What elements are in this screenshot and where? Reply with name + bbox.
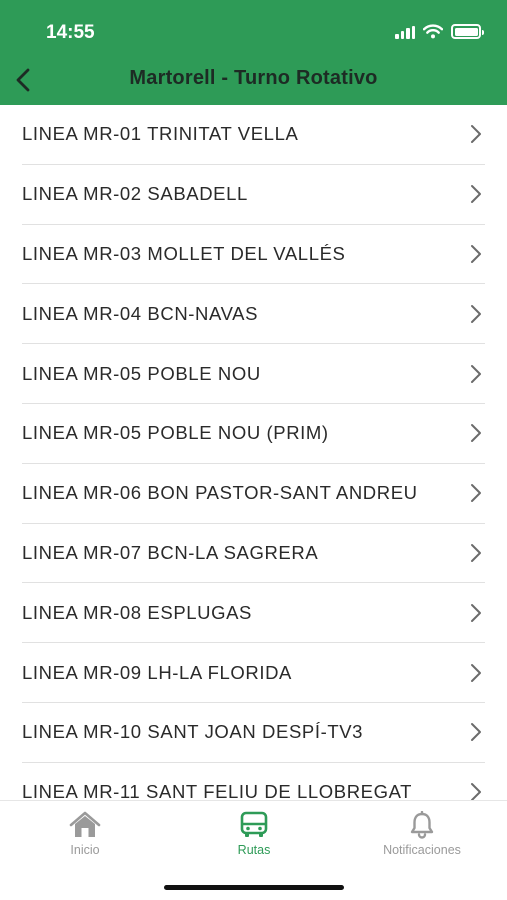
route-row[interactable]: LINEA MR-11 SANT FELIU DE LLOBREGAT bbox=[22, 763, 485, 800]
chevron-right-icon bbox=[471, 723, 481, 742]
status-time: 14:55 bbox=[46, 22, 95, 43]
battery-icon bbox=[451, 24, 484, 39]
status-icons bbox=[395, 24, 484, 39]
chevron-right-icon bbox=[471, 663, 481, 682]
route-row[interactable]: LINEA MR-09 LH-LA FLORIDA bbox=[22, 643, 485, 703]
route-list: LINEA MR-01 TRINITAT VELLA LINEA MR-02 S… bbox=[0, 105, 507, 800]
app-header: 14:55 Martorell - Turno Rotativo bbox=[0, 0, 507, 105]
tab-label: Notificaciones bbox=[383, 843, 461, 857]
bus-icon bbox=[240, 811, 268, 837]
chevron-right-icon bbox=[471, 125, 481, 144]
route-label: LINEA MR-02 SABADELL bbox=[22, 183, 248, 205]
route-label: LINEA MR-01 TRINITAT VELLA bbox=[22, 123, 299, 145]
route-row[interactable]: LINEA MR-05 POBLE NOU (PRIM) bbox=[22, 404, 485, 464]
home-icon bbox=[69, 811, 101, 837]
route-label: LINEA MR-05 POBLE NOU (PRIM) bbox=[22, 422, 329, 444]
tab-label: Inicio bbox=[70, 843, 100, 857]
route-label: LINEA MR-10 SANT JOAN DESPÍ-TV3 bbox=[22, 721, 364, 743]
chevron-right-icon bbox=[471, 783, 481, 800]
chevron-right-icon bbox=[471, 364, 481, 383]
tab-label: Rutas bbox=[237, 843, 271, 857]
route-label: LINEA MR-04 BCN-NAVAS bbox=[22, 302, 259, 324]
bell-icon bbox=[410, 811, 434, 839]
tab-inicio[interactable]: Inicio bbox=[10, 811, 160, 857]
chevron-right-icon bbox=[471, 543, 481, 562]
route-row[interactable]: LINEA MR-04 BCN-NAVAS bbox=[22, 284, 485, 345]
home-indicator bbox=[164, 885, 344, 890]
page-title: Martorell - Turno Rotativo bbox=[129, 67, 378, 89]
cellular-signal-icon bbox=[395, 25, 415, 39]
route-row[interactable]: LINEA MR-07 BCN-LA SAGRERA bbox=[22, 524, 485, 584]
chevron-right-icon bbox=[471, 304, 481, 323]
route-row[interactable]: LINEA MR-03 MOLLET DEL VALLÉS bbox=[22, 225, 485, 285]
route-row[interactable]: LINEA MR-02 SABADELL bbox=[22, 165, 485, 225]
route-label: LINEA MR-03 MOLLET DEL VALLÉS bbox=[22, 242, 346, 264]
chevron-right-icon bbox=[471, 603, 481, 622]
chevron-right-icon bbox=[471, 424, 481, 443]
route-label: LINEA MR-08 ESPLUGAS bbox=[22, 601, 252, 623]
route-row[interactable]: LINEA MR-05 POBLE NOU bbox=[22, 344, 485, 404]
route-label: LINEA MR-07 BCN-LA SAGRERA bbox=[22, 541, 319, 563]
chevron-right-icon bbox=[471, 244, 481, 263]
route-row[interactable]: LINEA MR-06 BON PASTOR-SANT ANDREU bbox=[22, 464, 485, 524]
route-row[interactable]: LINEA MR-10 SANT JOAN DESPÍ-TV3 bbox=[22, 703, 485, 763]
chevron-right-icon bbox=[471, 185, 481, 204]
route-row[interactable]: LINEA MR-01 TRINITAT VELLA bbox=[22, 105, 485, 165]
tab-rutas[interactable]: Rutas bbox=[179, 811, 329, 857]
route-label: LINEA MR-11 SANT FELIU DE LLOBREGAT bbox=[22, 781, 413, 800]
route-label: LINEA MR-05 POBLE NOU bbox=[22, 362, 261, 384]
route-label: LINEA MR-06 BON PASTOR-SANT ANDREU bbox=[22, 482, 418, 504]
chevron-right-icon bbox=[471, 484, 481, 503]
tab-notificaciones[interactable]: Notificaciones bbox=[347, 811, 497, 857]
wifi-icon bbox=[423, 24, 443, 39]
route-row[interactable]: LINEA MR-08 ESPLUGAS bbox=[22, 583, 485, 644]
route-label: LINEA MR-09 LH-LA FLORIDA bbox=[22, 661, 292, 683]
